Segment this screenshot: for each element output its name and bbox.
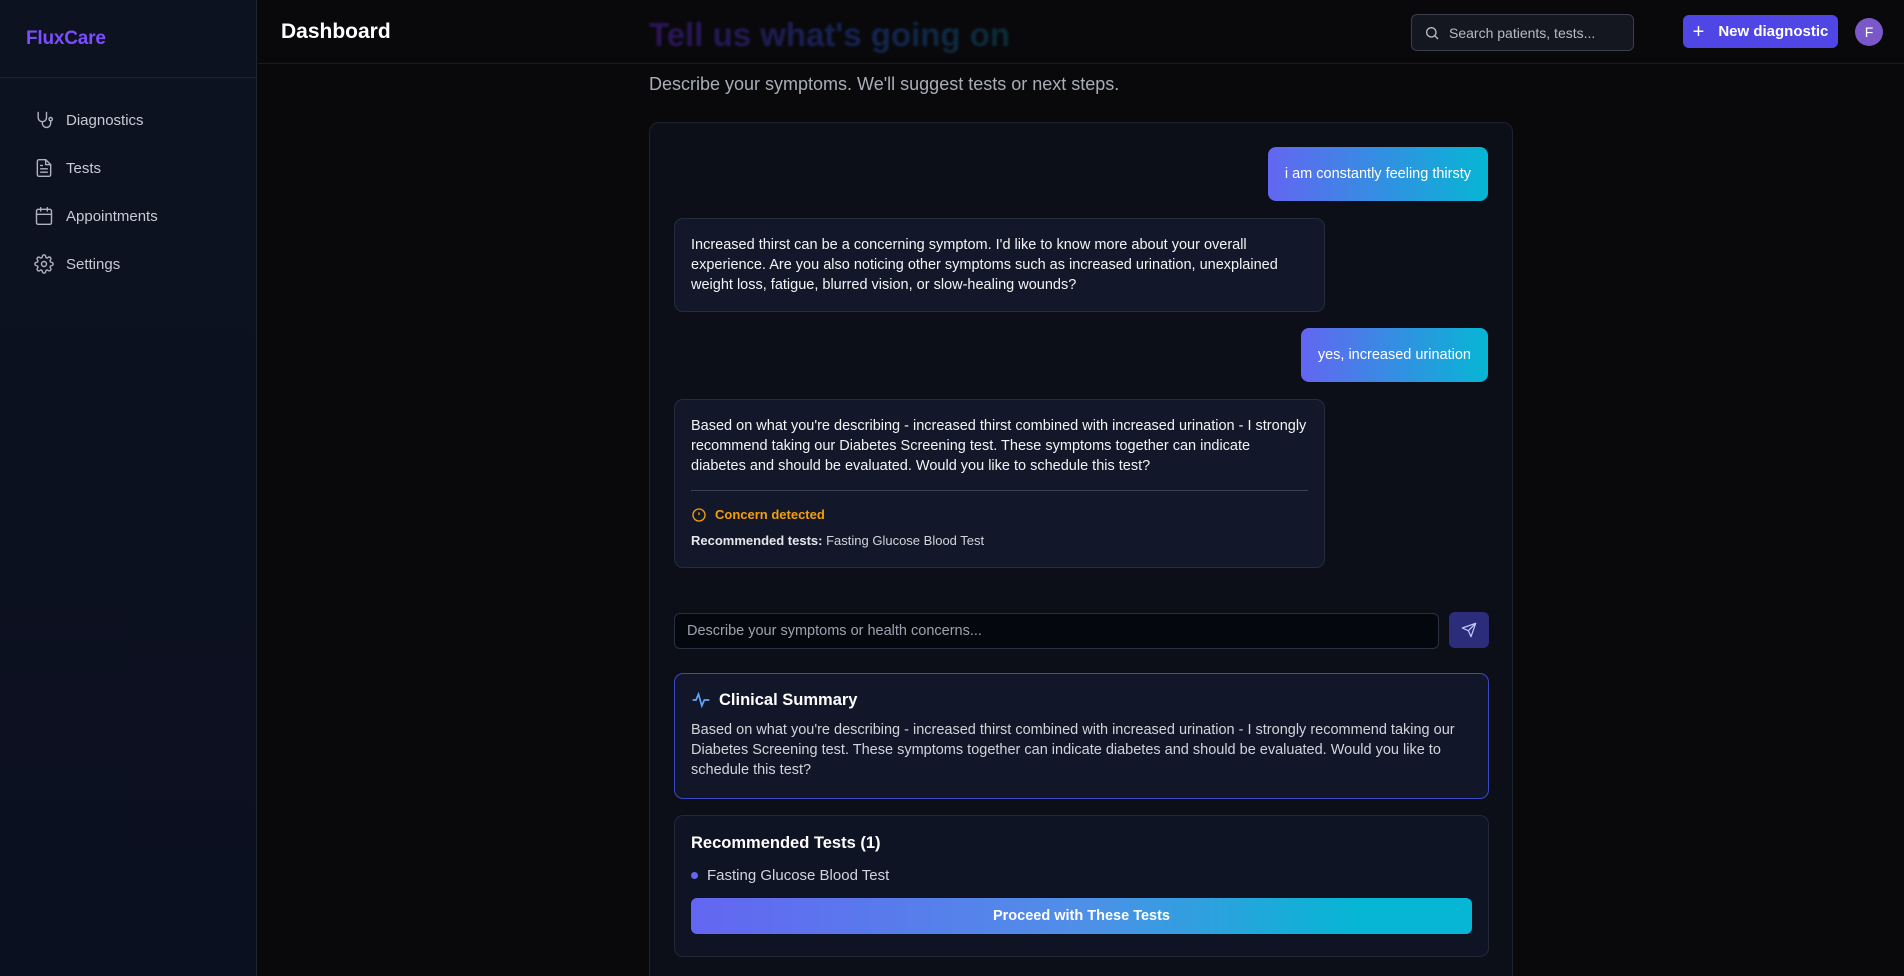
sidebar-item-label: Tests	[66, 159, 102, 177]
plus-icon: +	[1692, 20, 1705, 43]
new-diagnostic-button[interactable]: + New diagnostic	[1683, 15, 1838, 48]
concern-label: Concern detected	[715, 507, 825, 522]
symptom-input[interactable]	[687, 623, 1438, 639]
user-message: yes, increased urination	[1300, 328, 1488, 382]
activity-icon	[692, 691, 710, 709]
recommended-tests-title: Recommended Tests (1)	[691, 834, 881, 852]
recommended-tests-card: Recommended Tests (1) Fasting Glucose Bl…	[674, 815, 1489, 957]
search-box[interactable]	[1411, 14, 1634, 51]
calendar-icon	[35, 206, 53, 226]
recommended-prefix: Recommended tests:	[691, 533, 823, 548]
stethoscope-icon	[37, 111, 54, 129]
recommended-tests-line: Recommended tests: Fasting Glucose Blood…	[691, 531, 1308, 551]
chat-panel: i am constantly feeling thirsty Increase…	[649, 122, 1513, 976]
alert-circle-icon	[692, 508, 706, 522]
assistant-message: Increased thirst can be a concerning sym…	[674, 218, 1325, 312]
page-subtitle: Describe your symptoms. We'll suggest te…	[649, 74, 1120, 94]
symptom-input-box[interactable]	[674, 613, 1439, 649]
search-icon	[1426, 26, 1439, 39]
clinical-summary-card: Clinical Summary Based on what you're de…	[674, 673, 1489, 799]
gear-icon	[34, 254, 54, 274]
page-title: Dashboard	[281, 20, 391, 43]
proceed-button[interactable]: Proceed with These Tests	[691, 898, 1472, 934]
divider	[691, 490, 1308, 491]
test-name: Fasting Glucose Blood Test	[707, 867, 890, 884]
send-icon	[1461, 622, 1477, 638]
send-button[interactable]	[1449, 612, 1489, 648]
assistant-message-text: Based on what you're describing - increa…	[691, 418, 1307, 474]
brand-logo[interactable]: FluxCare	[0, 0, 256, 78]
user-message: i am constantly feeling thirsty	[1267, 147, 1488, 201]
sidebar-nav: Diagnostics Tests Appointments Settings	[0, 78, 256, 288]
hero-heading: Tell us what's going on	[649, 16, 1011, 53]
assistant-message-text: Increased thirst can be a concerning sym…	[691, 237, 1278, 293]
sidebar-item-settings[interactable]: Settings	[0, 240, 256, 288]
sidebar: FluxCare Diagnostics Tests Appointments …	[0, 0, 257, 976]
sidebar-item-appointments[interactable]: Appointments	[0, 192, 256, 240]
clinical-summary-text: Based on what you're describing - increa…	[691, 722, 1455, 778]
list-item: Fasting Glucose Blood Test	[691, 867, 1472, 884]
recommended-value: Fasting Glucose Blood Test	[826, 533, 985, 548]
sidebar-item-label: Diagnostics	[66, 111, 144, 129]
bullet-dot	[691, 872, 698, 879]
search-input[interactable]	[1449, 24, 1619, 41]
brand-name: FluxCare	[26, 28, 106, 49]
topbar: Dashboard Tell us what's going on + New …	[258, 0, 1904, 64]
concern-indicator: Concern detected	[691, 505, 1308, 525]
clinical-summary-header: Clinical Summary	[691, 690, 1472, 710]
sidebar-item-diagnostics[interactable]: Diagnostics	[0, 96, 256, 144]
sidebar-item-label: Settings	[66, 255, 121, 273]
new-diagnostic-label: New diagnostic	[1718, 23, 1829, 40]
assistant-message: Based on what you're describing - increa…	[674, 399, 1325, 568]
file-text-icon	[36, 158, 52, 178]
sidebar-item-tests[interactable]: Tests	[0, 144, 256, 192]
clinical-summary-title: Clinical Summary	[719, 690, 858, 709]
sidebar-item-label: Appointments	[66, 207, 158, 225]
avatar[interactable]: F	[1855, 18, 1883, 46]
